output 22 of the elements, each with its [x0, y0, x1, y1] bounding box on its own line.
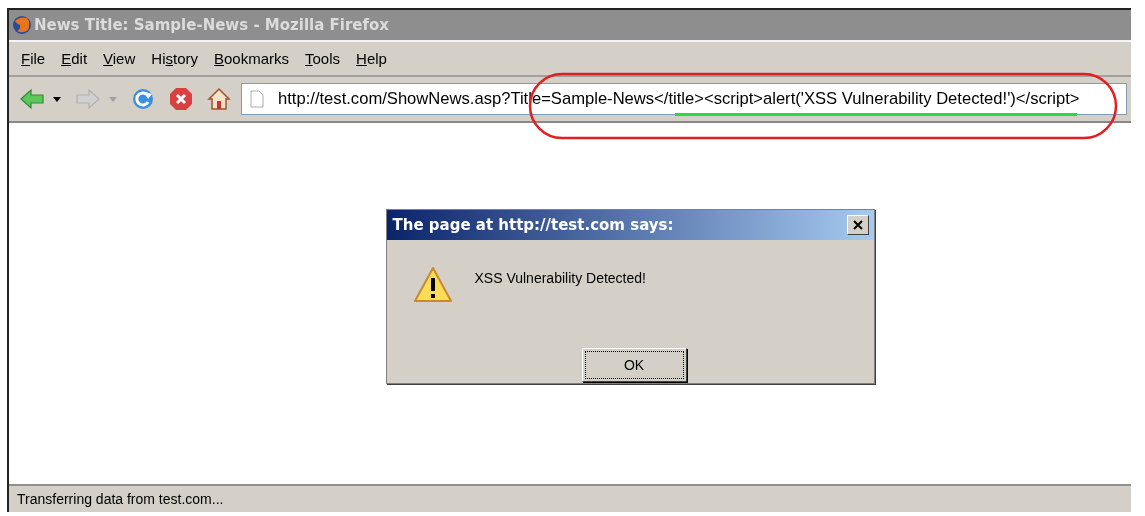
dialog-title: The page at http://test.com says:: [392, 216, 674, 234]
reload-icon[interactable]: [131, 87, 155, 111]
menu-item[interactable]: Help: [350, 48, 393, 69]
warning-icon: [412, 266, 453, 304]
stop-icon[interactable]: [169, 87, 193, 111]
back-arrow-icon[interactable]: [19, 87, 45, 111]
home-icon[interactable]: [207, 87, 231, 111]
window-title: News Title: Sample-News - Mozilla Firefox: [34, 16, 390, 34]
close-button[interactable]: [846, 215, 869, 235]
menu-item[interactable]: Bookmarks: [208, 48, 296, 69]
caret-icon[interactable]: [53, 96, 61, 102]
status-text: Transferring data from test.com...: [17, 491, 224, 507]
menu-item[interactable]: History: [145, 48, 204, 69]
menu-item[interactable]: Edit: [55, 48, 94, 69]
dialog-message: XSS Vulnerability Detected!: [474, 270, 646, 286]
menu-item[interactable]: View: [97, 48, 142, 69]
browser-logo-icon: [12, 15, 32, 35]
close-icon: [852, 220, 863, 230]
menu-item[interactable]: Tools: [299, 48, 347, 69]
ok-button[interactable]: OK: [581, 348, 687, 382]
menu-item[interactable]: File: [15, 48, 52, 69]
page-icon: [250, 90, 264, 108]
